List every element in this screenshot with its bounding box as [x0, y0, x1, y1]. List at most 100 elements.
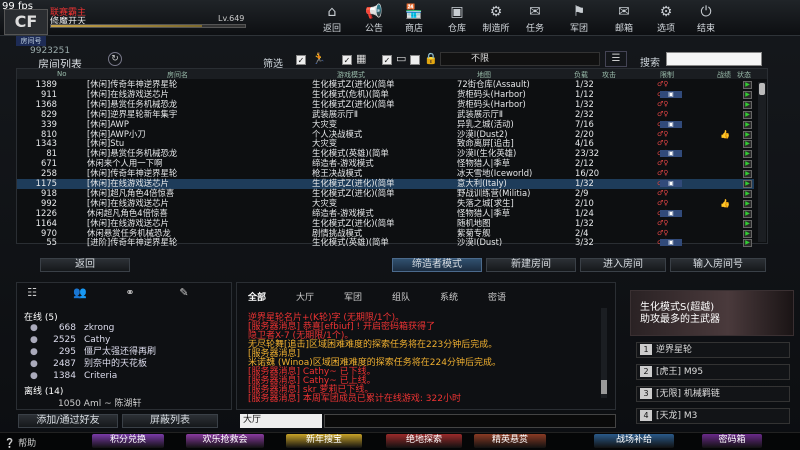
- chat-tab[interactable]: 系统: [440, 290, 458, 303]
- table-row[interactable]: 1164 [休闲]在线游戏送芯片 生化模式Z(进化)(简单 随机地图 1/32 ♂♀ ▶: [17, 217, 754, 229]
- help-label: 帮助: [18, 439, 37, 449]
- friend-item[interactable]: ● 1384 Criteria: [16, 370, 230, 383]
- col-no: No: [57, 70, 67, 78]
- col-limit: 限制: [660, 71, 674, 79]
- chat-tab[interactable]: 大厅: [296, 290, 314, 303]
- nav-task[interactable]: ✉ 任务: [515, 3, 555, 35]
- chat-line: [服务器消息] 本周军团成员已累计在线游戏: 322小时: [248, 394, 461, 404]
- search-input[interactable]: [666, 52, 762, 66]
- nav-mail[interactable]: ✉ 邮箱: [604, 3, 644, 35]
- input-room-button[interactable]: 输入房间号: [670, 258, 766, 272]
- promo-item[interactable]: 2 [虎王] M95: [636, 364, 790, 380]
- creator-mode-button[interactable]: 缔造者模式: [392, 258, 482, 272]
- offline-friend-value: 1050: [58, 399, 81, 409]
- promo-item-label: [虎王] M95: [656, 367, 704, 377]
- xp-bar: [50, 24, 246, 28]
- filter-checkbox-2[interactable]: ✓: [342, 55, 352, 65]
- friend-value: 1384: [53, 371, 76, 381]
- room-id: 9923251: [30, 46, 71, 56]
- room-load: 7/16: [575, 118, 594, 129]
- table-row[interactable]: 55[进阶]传奇年神逆界星轮生化模式(英雄)(简单沙漠Ⅰ(Dust)3/32♂♀…: [17, 237, 754, 248]
- nav-label: 仓库: [447, 24, 466, 34]
- nav-label: 军团: [569, 24, 588, 34]
- chat-scroll-thumb[interactable]: [601, 380, 607, 394]
- filter-checkbox-4[interactable]: [410, 55, 420, 65]
- promo-item[interactable]: 1 逆界星轮: [636, 342, 790, 358]
- warehouse-icon: ▣: [450, 4, 464, 20]
- nav-legion[interactable]: ⚑ 军团: [559, 3, 599, 35]
- nav-shop[interactable]: 🏪 商店: [394, 3, 434, 35]
- tab-group[interactable]: ⚭: [116, 286, 144, 300]
- chat-channel-select[interactable]: 大厅: [240, 414, 322, 428]
- table-row[interactable]: 339[休闲]AWP大灾变异乳之城(活动)7/16♂♀▣▶: [17, 118, 754, 130]
- event-button[interactable]: 新年搜宝: [286, 434, 362, 448]
- event-button[interactable]: 绝地探索: [386, 434, 462, 448]
- table-scroll-thumb[interactable]: [759, 83, 765, 95]
- nav-power[interactable]: ⏻ 结束: [686, 3, 726, 35]
- tab-friends[interactable]: 👥: [66, 286, 94, 300]
- mode-tag: ▣: [660, 239, 682, 247]
- filter-checkbox-1[interactable]: ✓: [296, 55, 306, 65]
- promo-item[interactable]: 4 [天龙] M3: [636, 408, 790, 424]
- promo-item[interactable]: 3 [无限] 机械羁链: [636, 386, 790, 402]
- filter-checkbox-3[interactable]: ✓: [382, 55, 392, 65]
- nav-label: 公告: [364, 24, 383, 34]
- filter-select[interactable]: 不限: [440, 52, 600, 66]
- tab-edit[interactable]: ✎: [170, 286, 198, 300]
- nav-warehouse[interactable]: ▣ 仓库: [437, 3, 477, 35]
- room-no: 339: [41, 118, 57, 129]
- player-level: Lv.649: [218, 14, 245, 23]
- event-button[interactable]: 密码箱: [702, 434, 762, 448]
- chat-tab[interactable]: 组队: [392, 290, 410, 303]
- chat-tab[interactable]: 军团: [344, 290, 362, 303]
- chat-input[interactable]: [324, 414, 616, 428]
- nav-label: 制造所: [482, 24, 510, 34]
- list-view-button[interactable]: ☰: [605, 51, 627, 67]
- enter-room-button[interactable]: 进入房间: [580, 258, 666, 272]
- legion-icon: ⚑: [572, 4, 586, 20]
- add-friend-button[interactable]: 添加/通过好友: [18, 414, 118, 428]
- offline-friend[interactable]: 1050 Aml ~ 陈湖轩: [58, 396, 141, 409]
- status-play-icon: ▶: [743, 90, 752, 99]
- chat-tab[interactable]: 全部: [248, 290, 266, 303]
- table-scrollbar[interactable]: [758, 82, 766, 242]
- room-map: 随机地图: [457, 217, 491, 228]
- nav-label: 结束: [696, 24, 715, 34]
- back-icon: ⌂: [327, 4, 337, 20]
- tab-friends-list[interactable]: ☷: [18, 286, 46, 300]
- status-play-icon: ▶: [743, 81, 752, 89]
- block-list-button[interactable]: 屏蔽列表: [122, 414, 218, 428]
- player-figures-icon: ♂♀: [657, 188, 669, 197]
- thumb-up-icon: 👍: [720, 198, 730, 208]
- nav-options[interactable]: ⚙ 选项: [646, 3, 686, 35]
- refresh-icon[interactable]: ↻: [108, 52, 122, 66]
- nav-factory[interactable]: ⚙ 制造所: [476, 3, 516, 35]
- status-play-icon: ▶: [743, 110, 752, 119]
- player-figures-icon: ♂♀: [657, 218, 669, 227]
- event-button[interactable]: 精英悬赏: [474, 434, 546, 448]
- table-row[interactable]: 810 [休闲]AWP小刀 个人决战模式 沙漠Ⅰ(Dust2) 2/20 ♂♀ 👍 ▶: [17, 129, 754, 140]
- event-button[interactable]: 欢乐抢救会: [186, 434, 264, 448]
- nav-label: 任务: [525, 24, 544, 34]
- status-play-icon: ▶: [743, 120, 752, 129]
- help-icon: ❔: [4, 439, 16, 449]
- lock-icon: 🔒: [424, 52, 438, 65]
- status-play-icon: ▶: [743, 189, 752, 198]
- promo-rank: 1: [640, 344, 652, 355]
- status-play-icon: ▶: [743, 209, 752, 218]
- room-map: 异乳之城(活动): [457, 118, 514, 129]
- status-play-icon: ▶: [743, 130, 752, 139]
- nav-announcement[interactable]: 📢 公告: [354, 3, 394, 35]
- nav-label: 返回: [322, 24, 341, 34]
- room-name: [休闲]AWP: [87, 118, 129, 129]
- back-button[interactable]: 返回: [40, 258, 130, 272]
- event-button[interactable]: 战场补给: [594, 434, 674, 448]
- options-icon: ⚙: [659, 4, 673, 20]
- event-button[interactable]: 积分兑换: [92, 434, 164, 448]
- player-figures-icon: ♂♀: [657, 99, 669, 108]
- help-button[interactable]: ❔ 帮助: [4, 436, 36, 449]
- new-room-button[interactable]: 新建房间: [486, 258, 576, 272]
- nav-back[interactable]: ⌂ 返回: [312, 3, 352, 35]
- promo-item-label: [无限] 机械羁链: [656, 389, 720, 399]
- chat-tab[interactable]: 密语: [488, 290, 506, 303]
